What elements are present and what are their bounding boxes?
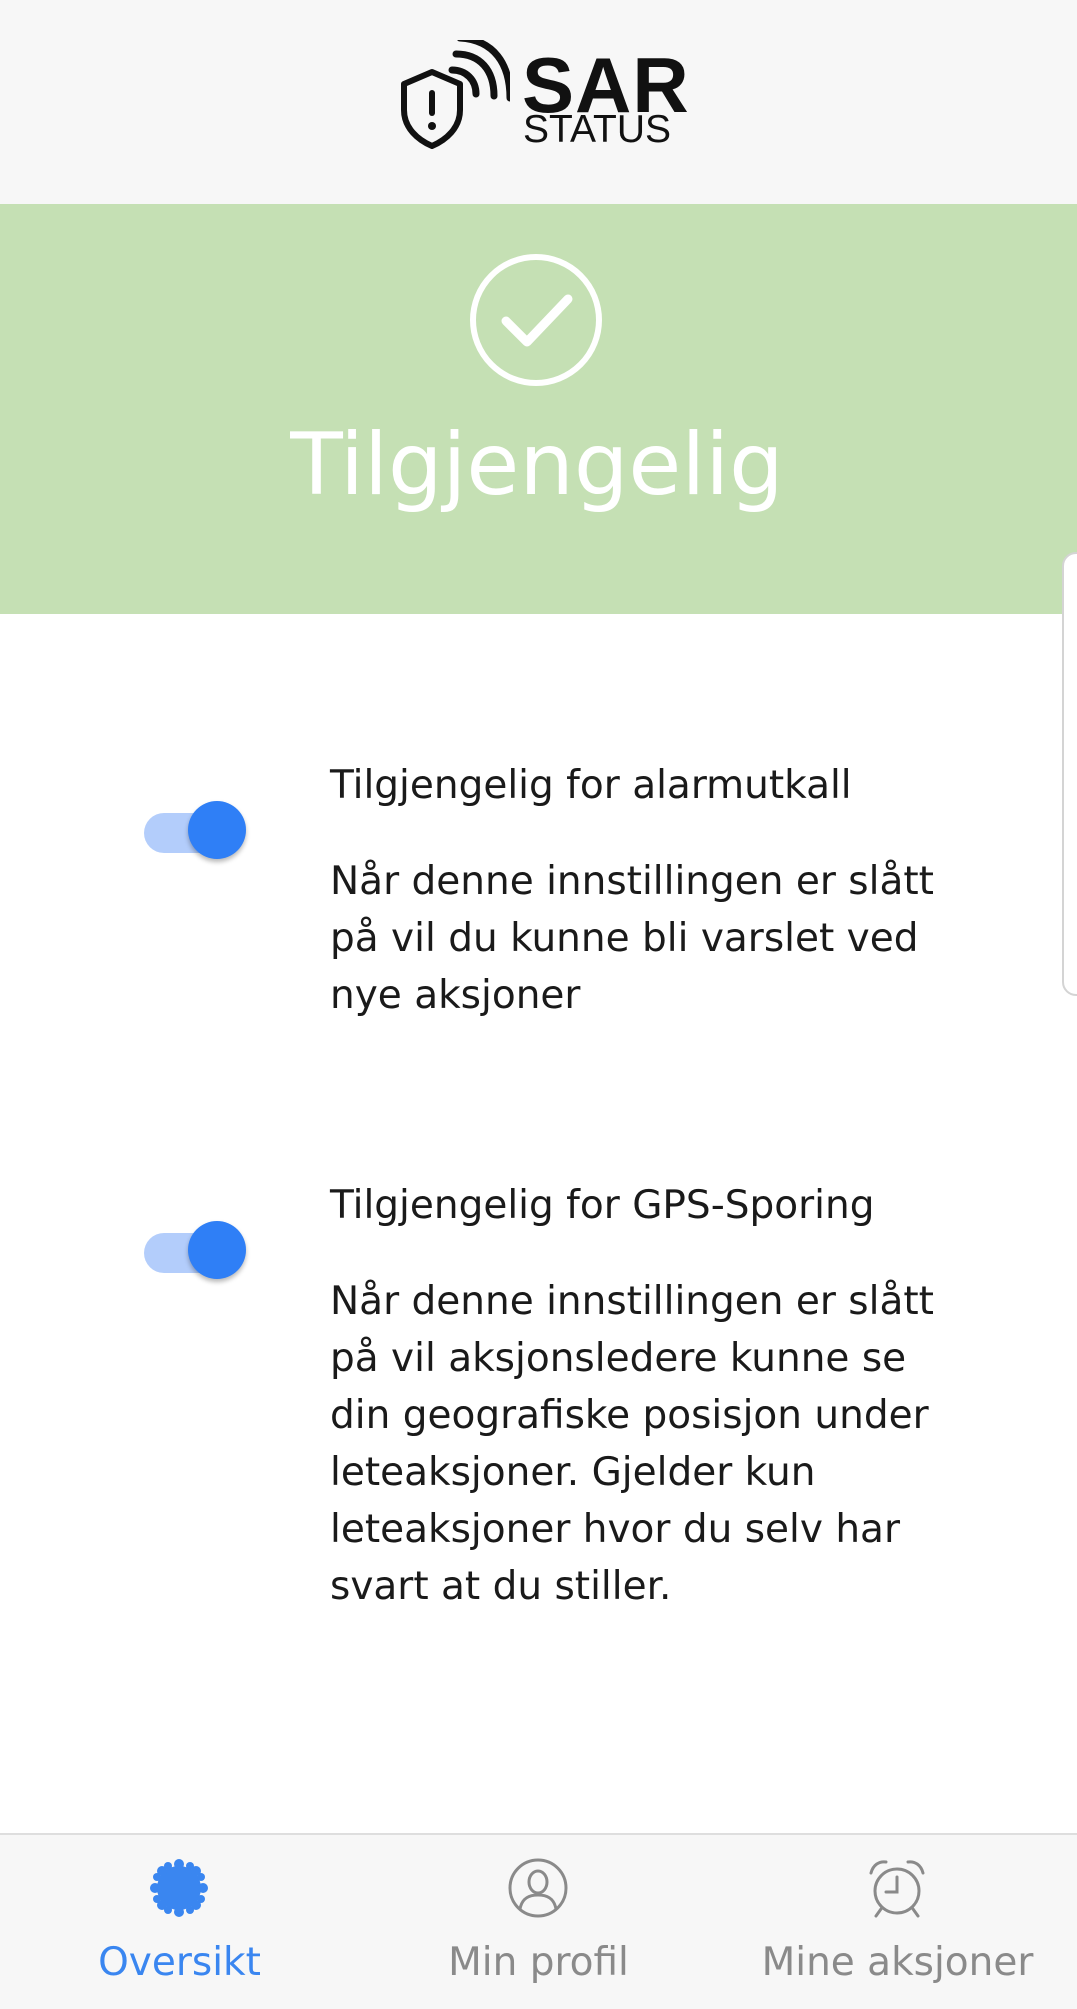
tab-min-profil[interactable]: Min profil [359,1835,718,2009]
bottom-tab-bar: Oversikt Min profil Mine aksjoner [0,1833,1077,2009]
edge-panel-handle[interactable] [1062,552,1077,996]
description-line: Når denne innstillingen er slått [330,859,934,904]
alarm-callout-toggle[interactable] [144,801,254,863]
toggle-thumb [188,801,246,859]
toggle-thumb [188,1221,246,1279]
shield-exclamation-signal-icon [401,40,510,149]
tab-oversikt[interactable]: Oversikt [0,1835,359,2009]
description-line: leteaksjoner hvor du selv har [330,1507,900,1552]
setting-title: Tilgjengelig for GPS-Sporing [330,1183,875,1228]
description-line: nye aksjoner [330,973,581,1018]
profile-person-icon [508,1858,568,1918]
setting-description: Når denne innstillingen er slått på vil … [330,1273,980,1615]
description-line: på vil aksjonsledere kunne se [330,1336,907,1381]
tab-label: Min profil [448,1940,629,1985]
overview-badge-icon [150,1859,208,1917]
status-title: Tilgjengelig [290,415,784,515]
sar-status-logo: SAR STATUS [398,40,689,152]
alarm-clock-icon [869,1860,925,1918]
description-line: Når denne innstillingen er slått [330,1279,934,1324]
description-line: leteaksjoner. Gjelder kun [330,1450,816,1495]
app-header: SAR STATUS [0,0,1077,204]
setting-description: Når denne innstillingen er slått på vil … [330,853,980,1024]
logo-subtitle: STATUS [523,108,672,151]
gps-tracking-toggle[interactable] [144,1221,254,1283]
description-line: svart at du stiller. [330,1564,672,1609]
tab-label: Oversikt [98,1940,261,1985]
description-line: på vil du kunne bli varslet ved [330,916,919,961]
description-line: din geografiske posisjon under [330,1393,929,1438]
tab-mine-aksjoner[interactable]: Mine aksjoner [718,1835,1077,2009]
setting-title: Tilgjengelig for alarmutkall [330,763,852,808]
tab-label: Mine aksjoner [761,1940,1034,1985]
checkmark-circle-icon [470,254,602,386]
